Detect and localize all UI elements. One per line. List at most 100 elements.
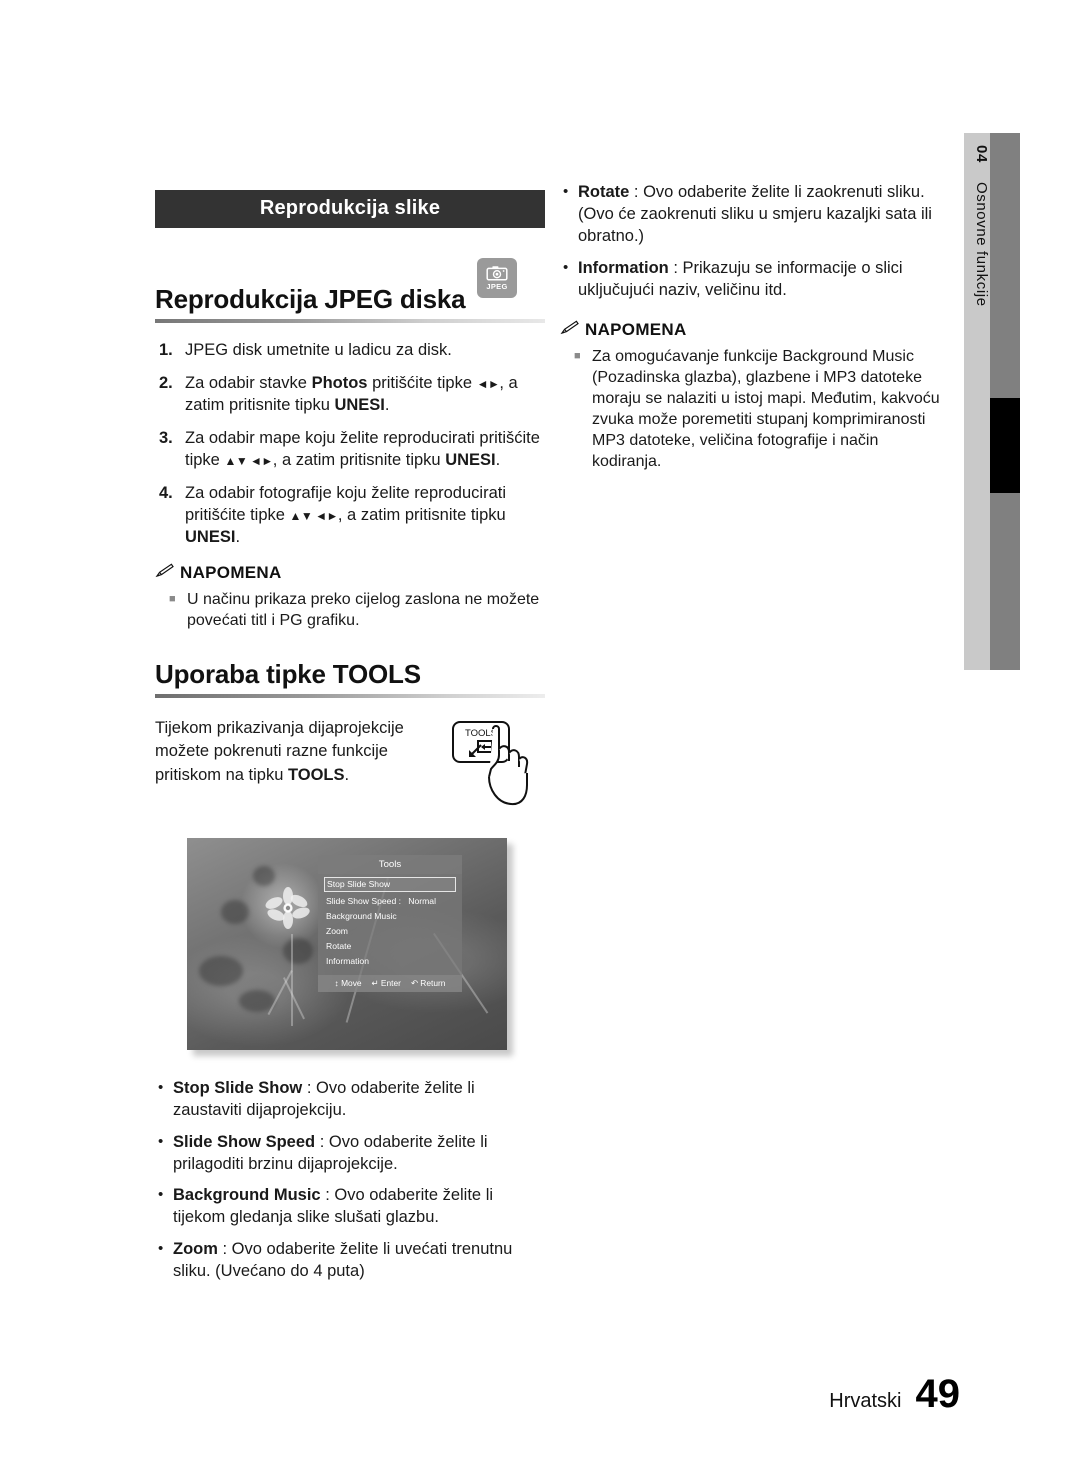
bullet-dot-icon: • bbox=[158, 1078, 164, 1096]
note-block-right: NAPOMENA ■ Za omogućavanje funkcije Backg… bbox=[560, 320, 952, 473]
osd-menu-row-label: Zoom bbox=[326, 925, 348, 936]
chapter-title: Osnovne funkcije bbox=[973, 181, 990, 307]
bullet-item: • Information : Prikazuju se informacije … bbox=[560, 258, 952, 302]
bullet-dot-icon: • bbox=[158, 1132, 164, 1150]
jpeg-media-badge: JPEG bbox=[477, 258, 517, 298]
osd-menu-row[interactable]: Slide Show Speed : Normal bbox=[324, 893, 456, 908]
bullet-text: Information : Prikazuju se informacije o… bbox=[578, 258, 952, 302]
chapter-tab-marker bbox=[990, 398, 1020, 493]
step-item: 3. Za odabir mape koju želite reproducira… bbox=[155, 428, 545, 472]
step-text: Za odabir stavke Photos pritišćite tipke… bbox=[185, 373, 518, 414]
media-badge-label: JPEG bbox=[486, 282, 508, 291]
chapter-tab-light-band: 04 Osnovne funkcije bbox=[964, 133, 990, 670]
osd-hint-label: Enter bbox=[380, 977, 401, 988]
bullet-item: • Stop Slide Show : Ovo odaberite želite … bbox=[155, 1078, 545, 1122]
pencil-icon bbox=[560, 320, 580, 340]
osd-menu-footer: ↕ Move ↵ Enter ↶ Return bbox=[318, 974, 462, 992]
osd-menu-row-label: Information bbox=[326, 956, 369, 967]
note-block-left: NAPOMENA ■ U načinu prikaza preko cijelog… bbox=[155, 563, 545, 631]
step-item: 2. Za odabir stavke Photos pritišćite tip… bbox=[155, 373, 545, 417]
emphasis-text: UNESI bbox=[185, 527, 236, 546]
tools-intro-text: Tijekom prikazivanja dijaprojekcije može… bbox=[155, 718, 404, 785]
camera-icon bbox=[486, 265, 508, 281]
return-arrow-icon: ↶ bbox=[410, 977, 421, 988]
osd-menu-row[interactable]: Rotate bbox=[324, 938, 456, 953]
step-number: 1. bbox=[159, 341, 173, 359]
bullet-dot-icon: • bbox=[563, 183, 569, 200]
osd-hint-move: ↕ Move bbox=[335, 978, 362, 988]
note-item: ■ Za omogućavanje funkcije Background Mus… bbox=[560, 346, 952, 473]
heading-rule-tools bbox=[155, 693, 545, 698]
osd-menu-row-label: Stop Slide Show bbox=[327, 879, 391, 890]
emphasis-text: UNESI bbox=[445, 450, 496, 469]
tools-menu-screenshot: Tools Stop Slide Show Slide Show Speed : N… bbox=[187, 837, 507, 1050]
left-column: Reprodukcija slike JPEG Reprodukcija JPE… bbox=[155, 190, 545, 1293]
bullet-text: Rotate : Ovo odaberite želite li zaokren… bbox=[578, 182, 952, 248]
note-title-left: NAPOMENA bbox=[155, 563, 545, 583]
jpeg-playback-steps: 1. JPEG disk umetnite u ladicu za disk. 2.… bbox=[155, 340, 545, 549]
note-title-text: NAPOMENA bbox=[585, 319, 687, 339]
section-band: Reprodukcija slike bbox=[155, 190, 545, 228]
page-footer: Hrvatski 49 bbox=[829, 1372, 960, 1417]
note-title-right: NAPOMENA bbox=[560, 320, 952, 340]
osd-menu-row[interactable]: Stop Slide Show bbox=[324, 876, 456, 892]
step-number: 2. bbox=[159, 373, 173, 392]
bullet-term: Slide Show Speed bbox=[173, 1132, 316, 1151]
arrow-keys-icon: ▲▼ ◄► bbox=[289, 508, 339, 523]
note-item-text: Za omogućavanje funkcije Background Musi… bbox=[592, 347, 940, 471]
pencil-icon bbox=[155, 562, 175, 583]
osd-menu-row-label: Background Music bbox=[326, 910, 397, 921]
emphasis-text: TOOLS bbox=[287, 766, 345, 785]
bullet-dot-icon: • bbox=[563, 258, 569, 276]
chapter-tab: 04 Osnovne funkcije bbox=[964, 133, 1020, 670]
tools-intro: Tijekom prikazivanja dijaprojekcije može… bbox=[155, 715, 545, 814]
right-bullet-list: • Rotate : Ovo odaberite želite li zaokre… bbox=[560, 182, 952, 302]
osd-hint-enter: ↵ Enter bbox=[372, 978, 401, 988]
bullet-dot-icon: • bbox=[158, 1240, 164, 1258]
osd-hint-label: Return bbox=[420, 977, 446, 988]
osd-menu-row-label: Rotate bbox=[326, 941, 352, 952]
note-items-left: ■ U načinu prikaza preko cijelog zaslona … bbox=[155, 589, 545, 631]
bullet-dot-icon: • bbox=[158, 1186, 164, 1204]
step-item: 4. Za odabir fotografije koju želite repr… bbox=[155, 483, 545, 549]
emphasis-text: Photos bbox=[311, 373, 368, 392]
footer-language: Hrvatski bbox=[829, 1390, 902, 1412]
flower-subject bbox=[265, 886, 311, 932]
osd-menu-row[interactable]: Background Music bbox=[324, 908, 456, 923]
bullet-term: Zoom bbox=[173, 1240, 218, 1259]
bullet-term: Information bbox=[578, 258, 669, 277]
bullet-item: • Slide Show Speed : Ovo odaberite želite… bbox=[155, 1132, 545, 1176]
bullet-item: • Background Music : Ovo odaberite želite… bbox=[155, 1185, 545, 1229]
emphasis-text: UNESI bbox=[334, 395, 385, 414]
osd-menu-title: Tools bbox=[318, 854, 462, 874]
bullet-term: Stop Slide Show bbox=[173, 1078, 303, 1097]
bullet-term: Rotate bbox=[578, 183, 630, 201]
step-text: JPEG disk umetnite u ladicu za disk. bbox=[185, 341, 452, 359]
osd-menu-row-label: Slide Show Speed : bbox=[326, 895, 402, 906]
osd-hint-return: ↶ Return bbox=[411, 978, 446, 988]
bullet-item: • Zoom : Ovo odaberite želite li uvećati … bbox=[155, 1239, 545, 1283]
svg-text:TOOLS: TOOLS bbox=[465, 728, 497, 739]
arrow-keys-icon: ◄► bbox=[476, 376, 500, 391]
step-number: 3. bbox=[159, 428, 173, 447]
osd-menu-row-value: Normal bbox=[408, 895, 436, 906]
option-bullet-list: • Stop Slide Show : Ovo odaberite želite … bbox=[155, 1078, 545, 1284]
osd-menu-items: Stop Slide Show Slide Show Speed : Normal B… bbox=[318, 874, 462, 975]
osd-menu-row[interactable]: Information bbox=[324, 954, 456, 969]
chapter-tab-text: 04 Osnovne funkcije bbox=[964, 141, 990, 661]
media-badge-row: JPEG bbox=[155, 228, 545, 298]
note-bullet-icon: ■ bbox=[574, 349, 581, 362]
osd-menu-row[interactable]: Zoom bbox=[324, 923, 456, 938]
step-number: 4. bbox=[159, 483, 173, 502]
step-text: Za odabir fotografije koju želite reprod… bbox=[185, 483, 507, 546]
step-item: 1. JPEG disk umetnite u ladicu za disk. bbox=[155, 340, 545, 362]
bullet-text: Stop Slide Show : Ovo odaberite želite l… bbox=[173, 1078, 545, 1122]
bullet-text: Zoom : Ovo odaberite želite li uvećati t… bbox=[173, 1239, 545, 1283]
step-text: Za odabir mape koju želite reproducirati… bbox=[185, 428, 540, 469]
bullet-text: Slide Show Speed : Ovo odaberite želite … bbox=[173, 1132, 545, 1176]
bullet-text: Background Music : Ovo odaberite želite … bbox=[173, 1185, 545, 1229]
right-column: • Rotate : Ovo odaberite želite li zaokre… bbox=[560, 182, 952, 476]
chapter-tab-dark-band bbox=[990, 133, 1020, 670]
note-title-text: NAPOMENA bbox=[180, 562, 282, 582]
note-item-text: U načinu prikaza preko cijelog zaslona n… bbox=[187, 590, 540, 629]
